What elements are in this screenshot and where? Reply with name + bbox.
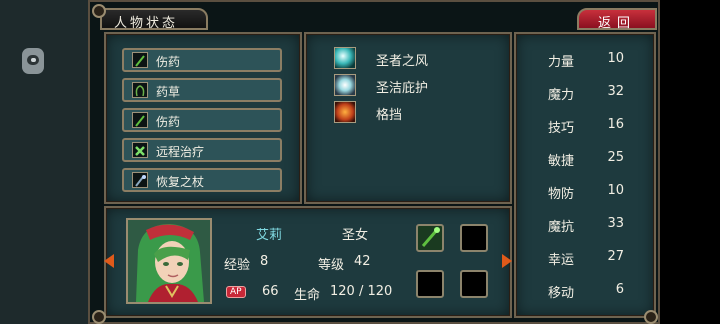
- item-slot-3[interactable]: 伤药: [122, 108, 282, 132]
- staff-icon: [132, 172, 148, 188]
- skill-name: 圣者之风: [376, 54, 429, 69]
- character-portrait: [126, 218, 212, 304]
- stat-label: 力量: [548, 55, 575, 70]
- item-slot-2[interactable]: 药草: [122, 78, 282, 102]
- stat-value: 6: [615, 282, 624, 297]
- block-icon[interactable]: [334, 101, 356, 123]
- character-name: 艾莉: [256, 228, 283, 243]
- item-slot-1[interactable]: 伤药: [122, 48, 282, 72]
- stat-label: 敏捷: [548, 154, 575, 169]
- wand-icon: [132, 52, 148, 68]
- item-label: 伤药: [156, 115, 181, 129]
- equip-slot-weapon[interactable]: [416, 224, 444, 252]
- stat-label: 魔力: [548, 88, 575, 103]
- level-value: 42: [354, 254, 371, 269]
- staff-weapon-icon: [421, 227, 440, 247]
- stat-value: 16: [607, 117, 624, 132]
- next-character-arrow-icon[interactable]: [502, 254, 512, 268]
- prev-character-arrow-icon[interactable]: [104, 254, 114, 268]
- ap-badge: AP: [226, 286, 246, 298]
- right-edge: [660, 0, 720, 324]
- assistant-bubble-icon[interactable]: [22, 48, 44, 74]
- stat-label: 移动: [548, 286, 575, 301]
- heal-cross-icon: [132, 142, 148, 158]
- frame-corner-ornament: [644, 310, 658, 324]
- stat-label: 魔抗: [548, 220, 575, 235]
- skill-name: 圣洁庇护: [376, 81, 429, 96]
- frame-corner-ornament: [92, 310, 106, 324]
- stat-value: 10: [607, 183, 624, 198]
- wand-icon: [132, 112, 148, 128]
- stat-value: 10: [607, 51, 624, 66]
- left-status-strip: [0, 0, 88, 324]
- shield-aura-icon[interactable]: [334, 74, 356, 96]
- exp-value: 8: [260, 254, 269, 269]
- equip-slot-3[interactable]: [416, 270, 444, 298]
- item-slot-5[interactable]: 恢复之杖: [122, 168, 282, 192]
- frame-corner-ornament: [92, 4, 106, 18]
- item-slot-4[interactable]: 远程治疗: [122, 138, 282, 162]
- stat-label: 物防: [548, 187, 575, 202]
- wind-icon[interactable]: [334, 47, 356, 69]
- page-title: 人物状态: [100, 8, 208, 31]
- stats-panel: [514, 32, 656, 318]
- equip-slot-2[interactable]: [460, 224, 488, 252]
- item-label: 药草: [156, 85, 181, 99]
- back-button[interactable]: 返回: [577, 8, 657, 31]
- exp-label: 经验: [224, 258, 251, 273]
- hp-value: 120 / 120: [330, 284, 393, 299]
- skill-name: 格挡: [376, 108, 403, 123]
- equip-slot-4[interactable]: [460, 270, 488, 298]
- stat-label: 幸运: [548, 253, 575, 268]
- herb-icon: [132, 82, 148, 98]
- hp-label: 生命: [294, 288, 321, 303]
- stat-value: 25: [607, 150, 624, 165]
- level-label: 等级: [318, 258, 345, 273]
- character-class: 圣女: [342, 228, 369, 243]
- item-label: 伤药: [156, 55, 181, 69]
- stat-value: 27: [607, 249, 624, 264]
- item-label: 远程治疗: [156, 145, 205, 159]
- stat-value: 32: [607, 84, 624, 99]
- character-status-window: 人物状态 返回 伤药 药草 伤药 远程治疗 恢复之杖 圣者之风 圣洁庇护 格挡 …: [88, 0, 660, 324]
- item-label: 恢复之杖: [156, 175, 205, 189]
- stat-label: 技巧: [548, 121, 575, 136]
- stat-value: 33: [607, 216, 624, 231]
- ap-value: 66: [262, 284, 279, 299]
